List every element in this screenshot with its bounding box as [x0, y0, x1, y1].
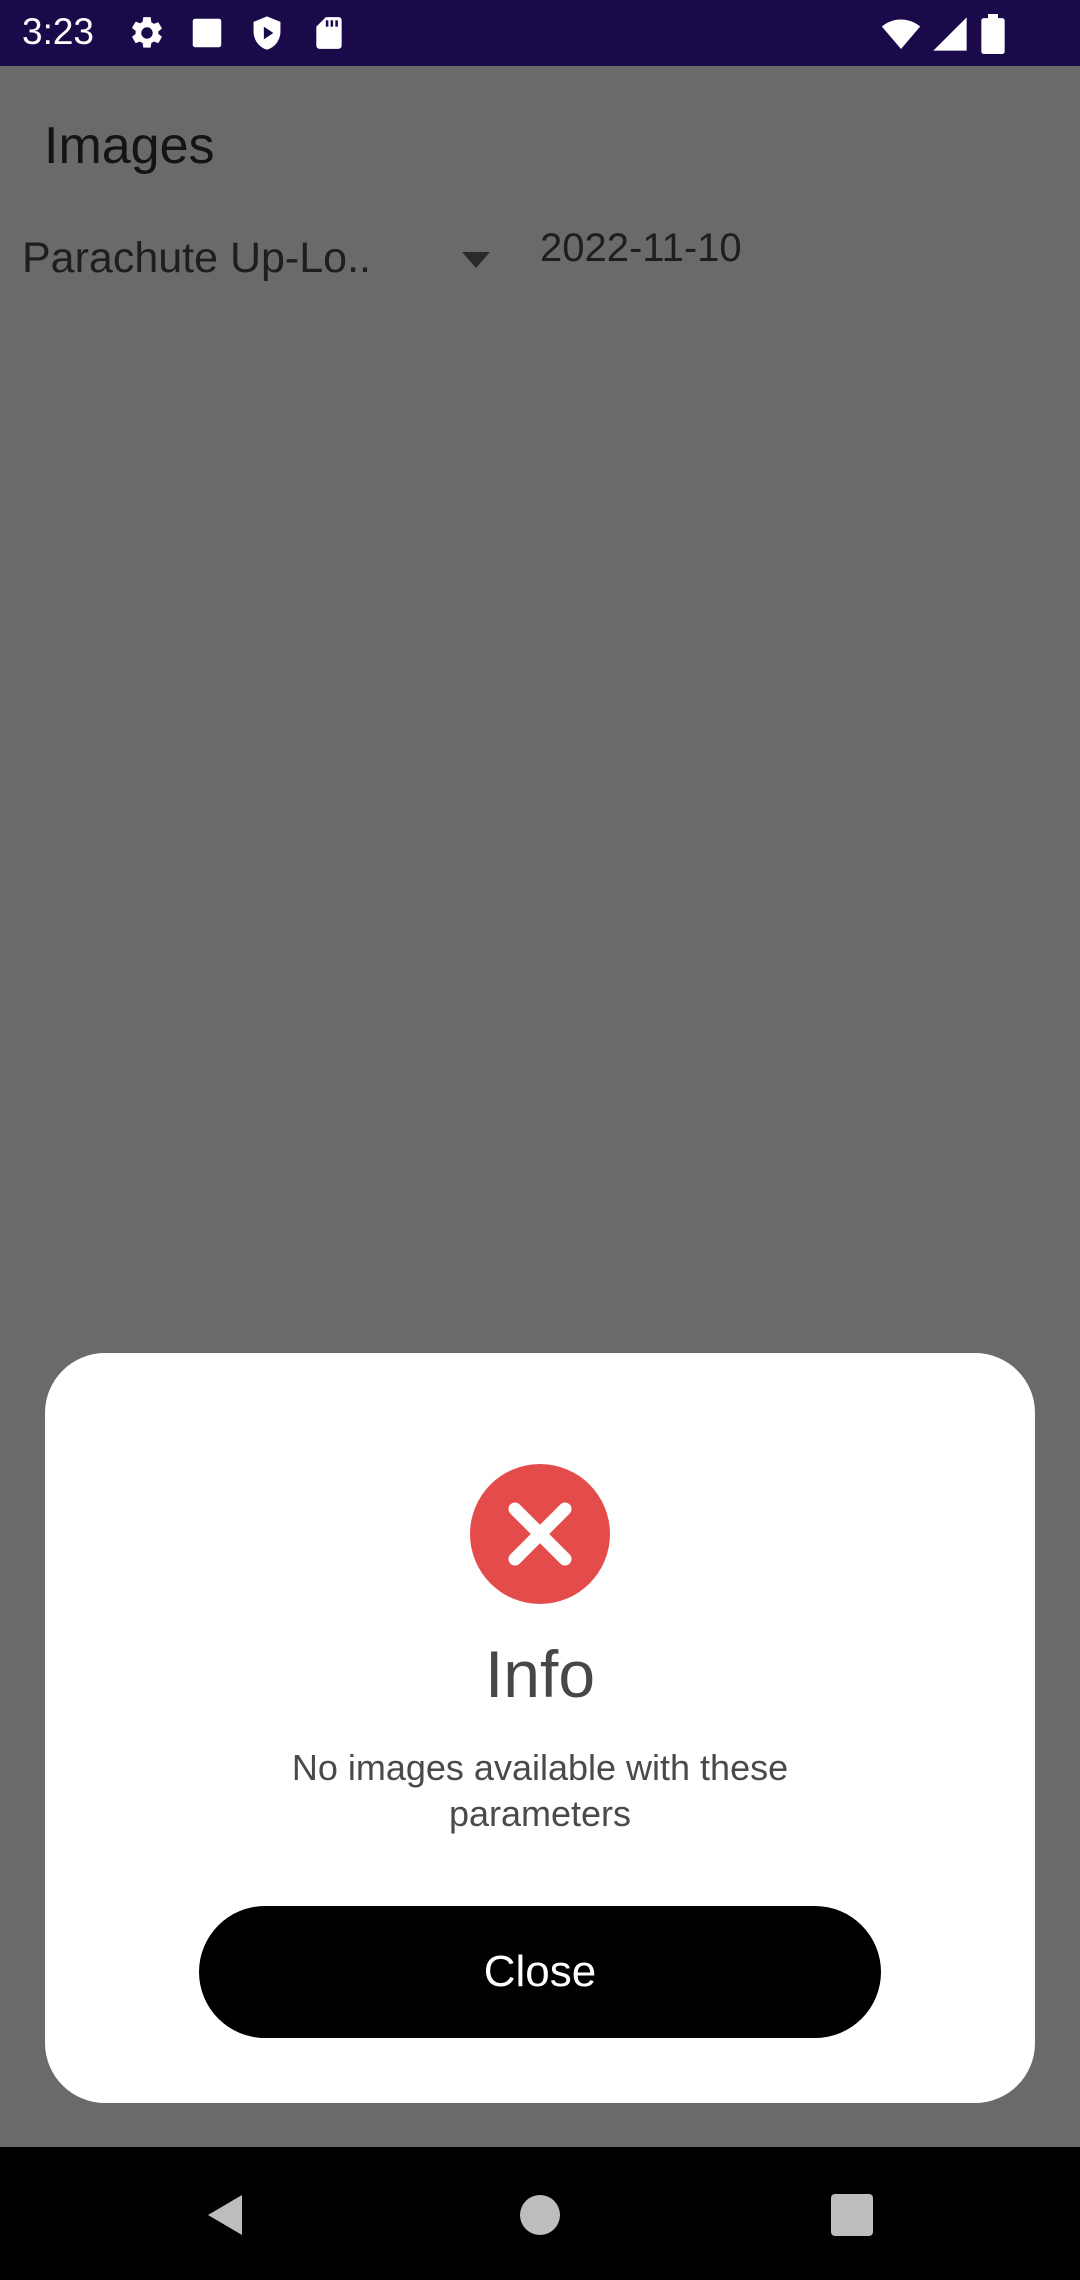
dialog-title: Info [484, 1637, 596, 1711]
back-icon[interactable] [198, 2187, 254, 2243]
page-title: Images [44, 117, 215, 175]
category-dropdown[interactable]: Parachute Up-Lo.. [22, 226, 492, 296]
gear-icon [132, 17, 162, 48]
battery-icon [981, 14, 1005, 54]
navigation-bar [0, 2147, 1080, 2280]
wifi-icon [881, 19, 921, 49]
status-bar: 3:23 [0, 0, 1080, 66]
dropdown-value: Parachute Up-Lo.. [22, 234, 371, 282]
status-time: 3:23 [22, 11, 95, 52]
signal-icon [933, 17, 967, 51]
close-button-label: Close [483, 1947, 597, 1996]
close-button[interactable]: Close [199, 1906, 881, 2038]
shield-play-icon [253, 16, 281, 50]
dialog-message: No images available with these parameter… [291, 1747, 789, 1834]
chevron-down-icon [462, 252, 490, 268]
info-dialog: Info No images available with these para… [45, 1353, 1035, 2103]
home-icon[interactable] [512, 2187, 568, 2243]
square-icon [192, 18, 222, 48]
error-x-icon [470, 1464, 611, 1605]
recents-icon[interactable] [824, 2187, 880, 2243]
date-selector[interactable]: 2022-11-10 [540, 226, 742, 271]
sd-card-icon [316, 17, 342, 49]
